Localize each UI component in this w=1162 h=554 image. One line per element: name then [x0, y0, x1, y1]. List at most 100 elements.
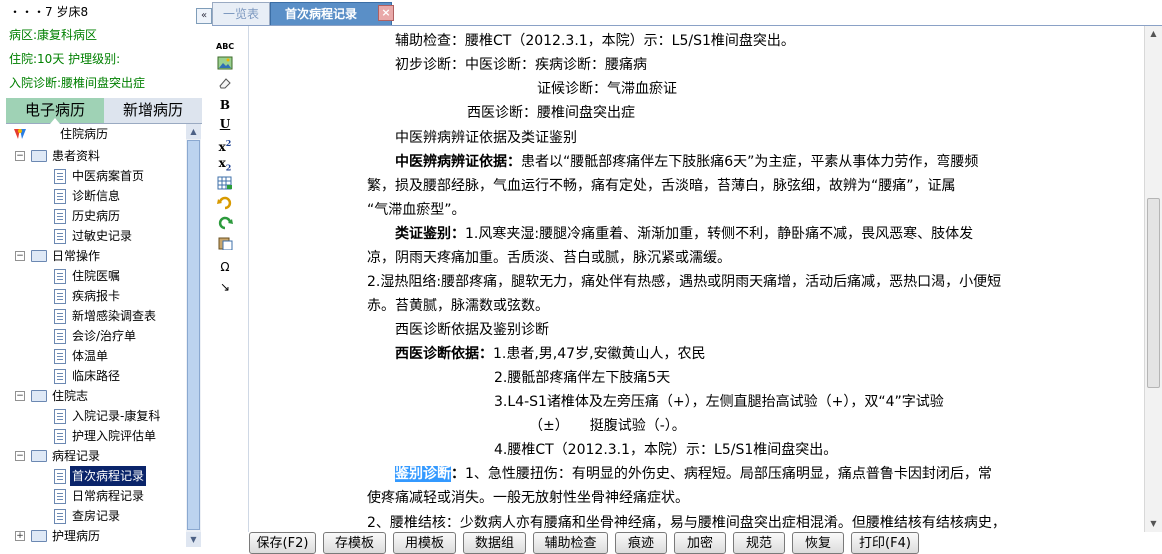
paragraph-western-basis: 西医诊断依据：1.患者,男,47岁,安徽黄山人，农民	[395, 344, 706, 364]
special-char-icon[interactable]: Ω	[216, 258, 234, 276]
text-tcm-basis-2: 繁，损及腰部经脉，气血运行不畅，痛有定处，舌淡暗，苔薄白，脉弦细，故辨为“腰痛”…	[367, 178, 956, 194]
superscript-icon[interactable]: x2	[216, 134, 234, 154]
scroll-thumb[interactable]	[1147, 198, 1160, 388]
app-logo-icon	[14, 129, 26, 139]
restore-button[interactable]: 恢复	[792, 532, 844, 554]
text-differential-1: 1、急性腰扭伤：有明显的外伤史、病程短。局部压痛明显，痛点普鲁卡因封闭后，常	[465, 466, 992, 482]
document-icon	[54, 169, 66, 184]
paragraph-syndrome-diff: 类证鉴别：1.风寒夹湿:腰腿冷痛重着、渐渐加重，转侧不利，静卧痛不减，畏风恶寒、…	[395, 224, 973, 244]
eraser-icon[interactable]	[216, 76, 234, 94]
tab-electronic-record-label: 电子病历	[24, 101, 85, 119]
scroll-thumb[interactable]	[187, 140, 200, 530]
text-syndrome-diff-1: 1.风寒夹湿:腰腿冷痛重着、渐渐加重，转侧不利，静卧痛不减，畏风恶寒、肢体发	[465, 226, 974, 242]
tree-item-label: 日常病程记录	[72, 489, 145, 503]
tree-item-label: 临床路径	[72, 369, 121, 383]
tree-group-label: 护理病历	[52, 529, 101, 543]
save-button[interactable]: 保存(F2)	[249, 532, 316, 554]
spellcheck-icon[interactable]: ABC	[216, 38, 234, 56]
record-tree: 住院病历 − 患者资料 中医病案首页 诊断信息 历史病历 过敏史记录 − 日常操…	[6, 124, 186, 547]
insert-image-icon[interactable]	[216, 56, 234, 74]
collapse-icon[interactable]: −	[15, 151, 25, 161]
patient-admit-diagnosis: 入院诊断:腰椎间盘突出症	[9, 76, 146, 90]
label-tcm-basis: 中医辨病辨证依据：	[395, 154, 521, 170]
tree-item-label: 住院医嘱	[72, 269, 121, 283]
bottom-button-bar: 保存(F2) 存模板 用模板 数据组 辅助检查 痕迹 加密 规范 恢复 打印(F…	[240, 532, 1162, 554]
trace-button[interactable]: 痕迹	[615, 532, 667, 554]
tab-overview[interactable]: 一览表	[212, 2, 270, 26]
tree-group-label: 日常操作	[52, 249, 101, 263]
collapse-panel-button[interactable]: «	[196, 8, 212, 24]
pointer-icon[interactable]: ↘	[216, 278, 234, 296]
bold-icon[interactable]: B	[216, 96, 234, 114]
label-differential-highlighted: 鉴别诊断	[395, 466, 451, 482]
document-icon	[54, 269, 66, 284]
paragraph-tcm-basis: 中医辨病辨证依据：患者以“腰骶部疼痛伴左下肢胀痛6天”为主症，平素从事体力劳作，…	[395, 152, 978, 172]
collapse-icon[interactable]: −	[15, 251, 25, 261]
folder-icon	[31, 450, 47, 462]
document-tabs: 一览表 首次病程记录 ×	[212, 0, 1162, 26]
insert-table-icon[interactable]	[216, 176, 234, 194]
tab-new-record[interactable]: 新增病历	[104, 98, 202, 123]
scroll-up-icon[interactable]: ▲	[186, 124, 201, 139]
standard-button[interactable]: 规范	[733, 532, 785, 554]
folder-icon	[31, 150, 47, 162]
paste-icon[interactable]	[216, 236, 234, 254]
subscript-icon[interactable]: x2	[216, 154, 234, 172]
tab-electronic-record[interactable]: 电子病历	[6, 98, 104, 124]
tree-item-label: 首次病程记录	[70, 466, 147, 486]
scroll-down-icon[interactable]: ▼	[186, 532, 201, 547]
tree-item-label: 过敏史记录	[72, 229, 133, 243]
scroll-down-icon[interactable]: ▼	[1145, 516, 1162, 532]
expand-icon[interactable]: +	[15, 531, 25, 541]
use-template-button[interactable]: 用模板	[393, 532, 456, 554]
tree-item-label: 护理入院评估单	[72, 429, 157, 443]
document-icon	[54, 409, 66, 424]
data-group-button[interactable]: 数据组	[463, 532, 526, 554]
heading-western-basis: 西医诊断依据及鉴别诊断	[395, 322, 549, 338]
document-icon	[54, 489, 66, 504]
editor-scrollbar[interactable]: ▲ ▼	[1144, 26, 1162, 532]
collapse-icon[interactable]: −	[15, 451, 25, 461]
text-differential-3: 2、腰椎结核：少数病人亦有腰痛和坐骨神经痛，易与腰椎间盘突出症相混淆。但腰椎结核…	[367, 515, 1006, 531]
document-icon	[54, 229, 66, 244]
text-western-basis-4: 4.腰椎CT（2012.3.1，本院）示：L5/S1椎间盘突出。	[494, 442, 838, 458]
tree-item-label: 疾病报卡	[72, 289, 121, 303]
tree-group-label: 患者资料	[52, 149, 101, 163]
tab-first-progress-note[interactable]: 首次病程记录	[270, 2, 392, 26]
patient-header: ・・・7 岁床8	[9, 5, 89, 19]
text-syndrome-diagnosis: 证候诊断：气滞血瘀证	[537, 81, 677, 97]
patient-ward: 病区:康复科病区	[9, 28, 98, 42]
save-template-button[interactable]: 存模板	[323, 532, 386, 554]
redo-icon[interactable]	[216, 216, 234, 234]
patient-stay: 住院:10天 护理级别:	[9, 52, 121, 66]
print-button[interactable]: 打印(F4)	[851, 532, 919, 554]
tree-item-label: 诊断信息	[72, 189, 121, 203]
text-syndrome-diff-4: 赤。苔黄腻，脉濡数或弦数。	[367, 298, 549, 314]
tree-scrollbar[interactable]: ▲ ▼	[186, 124, 201, 547]
label-western-basis: 西医诊断依据：	[395, 346, 493, 362]
tab-label: 首次病程记录	[285, 7, 358, 21]
underline-icon[interactable]: U	[216, 115, 234, 133]
left-tabs: 电子病历 新增病历	[6, 98, 202, 124]
text-western-diagnosis: 西医诊断：腰椎间盘突出症	[467, 105, 635, 121]
tree-item-label: 入院记录-康复科	[72, 409, 161, 423]
folder-icon	[31, 530, 47, 542]
document-icon	[54, 369, 66, 384]
text-tcm-basis-1: 患者以“腰骶部疼痛伴左下肢胀痛6天”为主症，平素从事体力劳作，弯腰频	[521, 154, 979, 170]
tree-group-label: 住院志	[52, 389, 89, 403]
label-differential-colon: ：	[451, 466, 465, 482]
document-icon	[54, 329, 66, 344]
text-differential-2: 使疼痛减轻或消失。一般无放射性坐骨神经痛症状。	[367, 490, 689, 506]
text-aux-exam: 辅助检查：腰椎CT（2012.3.1，本院）示：L5/S1椎间盘突出。	[395, 33, 795, 49]
encrypt-button[interactable]: 加密	[674, 532, 726, 554]
tree-item-label: 中医病案首页	[72, 169, 145, 183]
scroll-up-icon[interactable]: ▲	[1145, 26, 1162, 42]
text-syndrome-diff-3: 2.湿热阻络:腰部疼痛，腿软无力，痛处伴有热感，遇热或阴雨天痛增，活动后痛减，恶…	[367, 274, 1002, 290]
aux-exam-button[interactable]: 辅助检查	[533, 532, 608, 554]
undo-icon[interactable]	[216, 196, 234, 214]
text-initial-diagnosis: 初步诊断：中医诊断：疾病诊断：腰痛病	[395, 57, 647, 73]
collapse-icon[interactable]: −	[15, 391, 25, 401]
label-syndrome-diff: 类证鉴别：	[395, 226, 465, 242]
document-editor[interactable]: 辅助检查：腰椎CT（2012.3.1，本院）示：L5/S1椎间盘突出。 初步诊断…	[248, 26, 1145, 532]
close-icon[interactable]: ×	[378, 5, 394, 21]
